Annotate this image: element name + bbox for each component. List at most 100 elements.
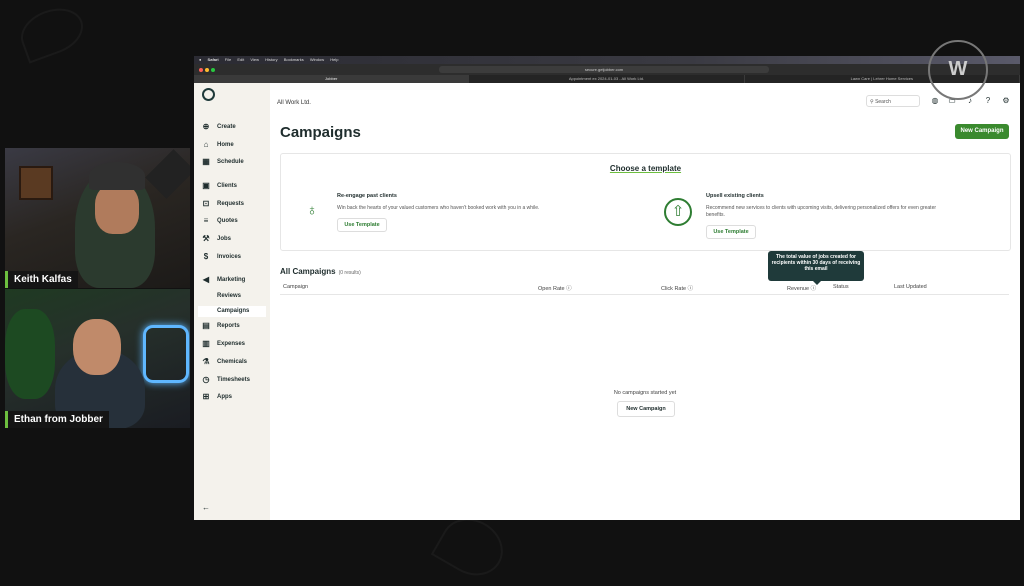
sidebar-item-label: Apps — [217, 394, 232, 400]
info-icon: ⓘ — [687, 286, 694, 292]
main-content: All Work Ltd. ⚲ Search ◍ ▭ ♪ ? ⚙ Campaig… — [270, 83, 1020, 520]
megaphone-icon: ◀ — [202, 275, 210, 284]
empty-state-text: No campaigns started yet — [613, 390, 677, 396]
search-input[interactable]: ⚲ Search — [866, 95, 920, 107]
column-header-last-updated[interactable]: Last Updated — [894, 284, 927, 290]
address-bar[interactable]: secure.getjobber.com — [439, 66, 769, 73]
globe-icon[interactable]: ◍ — [931, 97, 939, 105]
results-count: (0 results) — [338, 270, 361, 276]
sidebar-item-expenses[interactable]: ▥ Expenses — [198, 338, 266, 350]
column-label: Click Rate — [661, 286, 687, 292]
calendar-icon: ▦ — [202, 157, 210, 166]
maximize-window-button[interactable] — [211, 68, 215, 72]
sidebar-item-quotes[interactable]: ≡ Quotes — [198, 215, 266, 227]
browser-toolbar: secure.getjobber.com — [194, 64, 1020, 75]
face-keith — [95, 184, 139, 234]
sidebar-item-reviews[interactable]: Reviews — [198, 291, 266, 302]
quote-icon: ≡ — [203, 216, 209, 225]
apple-icon: ● — [199, 57, 202, 62]
lightbulb-icon: ♁ — [306, 202, 318, 219]
help-icon[interactable]: ? — [984, 97, 992, 105]
search-label: Search — [875, 99, 891, 105]
settings-gear-icon[interactable]: ⚙ — [1002, 97, 1010, 105]
sidebar-item-label: Timesheets — [217, 377, 250, 383]
account-name[interactable]: All Work Ltd. — [277, 100, 311, 106]
menu-file[interactable]: File — [225, 57, 231, 62]
hammer-icon: ⚒ — [202, 234, 210, 243]
sidebar-item-home[interactable]: ⌂ Home — [198, 139, 266, 151]
all-campaigns-heading: All Campaigns (0 results) — [280, 267, 361, 276]
participant-name: Keith Kalfas — [5, 271, 78, 288]
menu-app[interactable]: Safari — [208, 57, 219, 62]
template-card: Choose a template ♁ Re-engage past clien… — [280, 153, 1011, 251]
wall-art — [19, 166, 53, 200]
column-header-status[interactable]: Status — [833, 284, 849, 290]
browser-tab[interactable]: Appointment ex 2024-01-03 - All Work Ltd… — [469, 75, 745, 83]
light-panel — [145, 149, 190, 199]
upsell-arrow-icon: ⇧ — [664, 198, 692, 226]
minimize-window-button[interactable] — [205, 68, 209, 72]
column-label: Revenue — [787, 286, 810, 292]
browser-tabs: Jobber Appointment ex 2024-01-03 - All W… — [194, 75, 1020, 83]
menu-view[interactable]: View — [250, 57, 259, 62]
sidebar-item-label: Chemicals — [217, 359, 248, 365]
sidebar-item-chemicals[interactable]: ⚗ Chemicals — [198, 356, 266, 368]
section-title: All Campaigns — [280, 267, 336, 276]
template-title: Re-engage past clients — [337, 193, 397, 199]
column-header-open-rate[interactable]: Open Rate ⓘ — [538, 284, 572, 292]
sidebar-item-label: Invoices — [217, 254, 242, 260]
browser-tab[interactable]: Jobber — [194, 75, 470, 83]
sidebar-item-label: Jobs — [217, 236, 232, 242]
sidebar-item-apps[interactable]: ⊞ Apps — [198, 391, 266, 403]
collapse-sidebar-icon[interactable]: ← — [202, 503, 210, 512]
template-title: Upsell existing clients — [706, 193, 764, 199]
participant-name: Ethan from Jobber — [5, 411, 109, 428]
column-header-click-rate[interactable]: Click Rate ⓘ — [661, 284, 693, 292]
sidebar-item-requests[interactable]: ⊡ Requests — [198, 198, 266, 210]
template-description: Win back the hearts of your valued custo… — [337, 205, 540, 211]
video-tile-ethan: Ethan from Jobber — [5, 289, 190, 428]
sidebar-item-label: Requests — [217, 201, 245, 207]
sidebar-item-label: Home — [217, 142, 234, 148]
empty-new-campaign-button[interactable]: New Campaign — [617, 401, 675, 417]
sidebar: ⊕ Create ⌂ Home ▦ Schedule ▣ Clients ⊡ Reques… — [194, 83, 270, 520]
jobber-logo-icon[interactable] — [202, 88, 215, 101]
sidebar-item-jobs[interactable]: ⚒ Jobs — [198, 233, 266, 245]
background-decoration — [14, 0, 90, 64]
sidebar-item-marketing[interactable]: ◀ Marketing — [198, 274, 266, 286]
column-header-campaign[interactable]: Campaign — [283, 284, 308, 290]
menu-bookmarks[interactable]: Bookmarks — [284, 57, 304, 62]
menu-history[interactable]: History — [265, 57, 277, 62]
column-header-revenue[interactable]: Revenue ⓘ — [787, 284, 816, 292]
sidebar-item-create[interactable]: ⊕ Create — [198, 121, 266, 133]
sidebar-item-timesheets[interactable]: ◷ Timesheets — [198, 374, 266, 386]
sidebar-item-invoices[interactable]: $ Invoices — [198, 251, 266, 263]
sidebar-item-clients[interactable]: ▣ Clients — [198, 180, 266, 192]
sidebar-item-campaigns[interactable]: Campaigns — [198, 306, 266, 317]
cap — [89, 162, 145, 190]
browser-window: ● Safari File Edit View History Bookmark… — [194, 56, 1020, 520]
plant — [5, 309, 55, 399]
receipt-icon: ▥ — [202, 339, 210, 348]
sidebar-item-label: Clients — [217, 183, 238, 189]
menu-window[interactable]: Window — [310, 57, 324, 62]
template-description: Recommend new services to clients with u… — [706, 205, 937, 218]
channel-logo: W — [928, 40, 988, 100]
sidebar-item-schedule[interactable]: ▦ Schedule — [198, 156, 266, 168]
face-ethan — [73, 319, 121, 375]
close-window-button[interactable] — [199, 68, 203, 72]
sidebar-item-label: Schedule — [217, 159, 244, 165]
use-template-button[interactable]: Use Template — [337, 218, 387, 232]
use-template-button[interactable]: Use Template — [706, 225, 756, 239]
new-campaign-button[interactable]: New Campaign — [955, 124, 1009, 139]
menu-edit[interactable]: Edit — [237, 57, 244, 62]
sidebar-item-label: Expenses — [217, 341, 246, 347]
clients-icon: ▣ — [202, 181, 210, 190]
inbox-icon: ⊡ — [202, 199, 210, 208]
info-icon: ⓘ — [810, 286, 817, 292]
revenue-tooltip: The total value of jobs created for reci… — [768, 251, 864, 285]
flask-icon: ⚗ — [202, 357, 210, 366]
clock-icon: ◷ — [202, 375, 210, 384]
sidebar-item-reports[interactable]: ▤ Reports — [198, 320, 266, 332]
menu-help[interactable]: Help — [330, 57, 338, 62]
